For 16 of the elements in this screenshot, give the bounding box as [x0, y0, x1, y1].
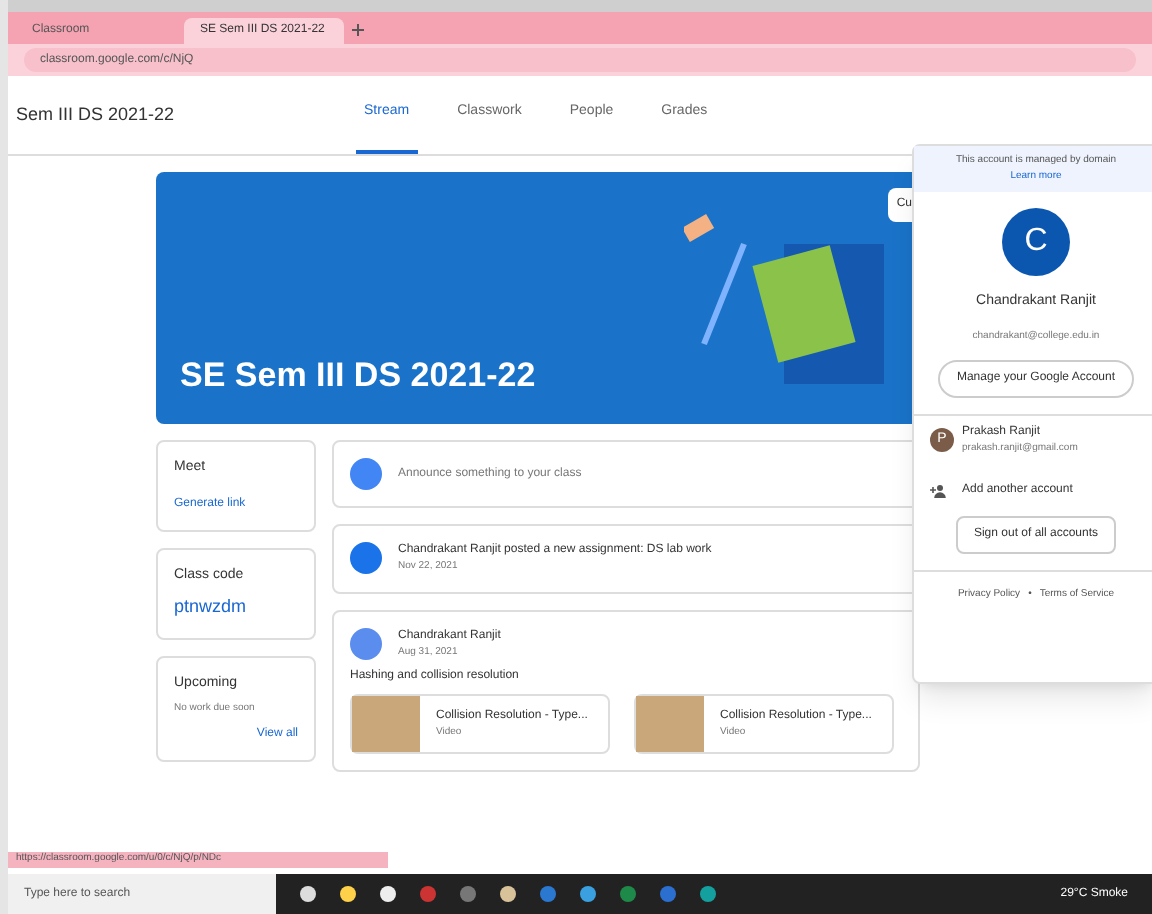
video-thumbnail [636, 696, 704, 752]
app-icon[interactable] [340, 886, 356, 902]
avatar-icon [350, 627, 382, 660]
add-person-icon [930, 483, 946, 497]
assignment-icon [350, 542, 382, 575]
class-name: Sem III DS 2021-22 [16, 101, 177, 128]
video-thumbnail [352, 696, 420, 752]
avatar-icon [350, 458, 382, 490]
app-icon[interactable] [580, 886, 596, 902]
app-icon[interactable] [500, 886, 516, 902]
new-tab-icon[interactable] [352, 24, 364, 36]
app-icon[interactable] [300, 886, 316, 902]
app-icon[interactable] [380, 886, 396, 902]
banner-title: SE Sem III DS 2021-22 [180, 353, 536, 397]
class-code: ptnwzdm [174, 594, 249, 620]
account-avatar: C [1002, 208, 1070, 276]
